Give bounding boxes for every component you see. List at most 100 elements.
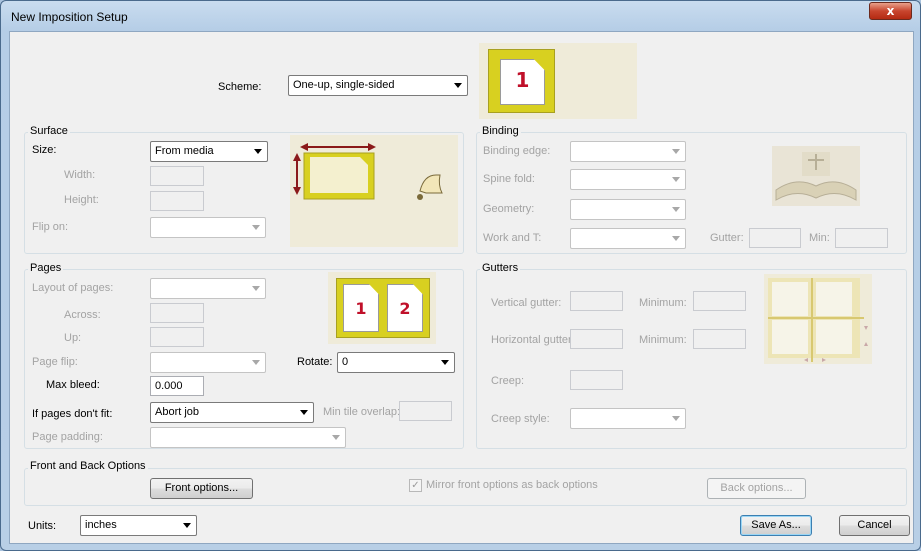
spine-fold-label: Spine fold: [483, 173, 535, 185]
min-field[interactable] [835, 228, 888, 248]
window-title: New Imposition Setup [11, 10, 128, 24]
binding-title: Binding [480, 125, 521, 137]
surface-title: Surface [28, 125, 70, 137]
rotate-select[interactable]: 0 [337, 352, 455, 373]
horizontal-gutter-label: Horizontal gutter: [491, 334, 575, 346]
scheme-select[interactable]: One-up, single-sided [288, 75, 468, 96]
flip-on-select[interactable] [150, 217, 266, 238]
chevron-down-icon [454, 83, 462, 88]
pages-title: Pages [28, 262, 64, 274]
mirror-checkbox[interactable]: ✓ [409, 479, 422, 492]
if-pages-dont-fit-label: If pages don't fit: [32, 408, 113, 420]
horizontal-gutter-field[interactable] [570, 329, 623, 349]
vertical-minimum-field[interactable] [693, 291, 746, 311]
page-number: 1 [515, 68, 530, 92]
chevron-down-icon [672, 177, 680, 182]
scheme-value: One-up, single-sided [293, 79, 395, 91]
units-label: Units: [28, 520, 57, 532]
gutters-preview [764, 274, 872, 364]
cancel-button[interactable]: Cancel [839, 515, 910, 536]
gutters-title: Gutters [480, 262, 521, 274]
rotate-label: Rotate: [297, 356, 333, 368]
chevron-down-icon [300, 410, 308, 415]
geometry-label: Geometry: [483, 203, 535, 215]
chevron-down-icon [183, 523, 191, 528]
gutter-label: Gutter: [710, 232, 744, 244]
spine-fold-select[interactable] [570, 169, 686, 190]
mirror-label: Mirror front options as back options [426, 479, 598, 491]
close-button[interactable]: x [869, 2, 912, 20]
scheme-preview: 1 [479, 43, 637, 119]
units-value: inches [85, 519, 117, 531]
layout-of-pages-label: Layout of pages: [32, 282, 114, 294]
width-label: Width: [64, 169, 96, 181]
height-label: Height: [64, 194, 99, 206]
min-tile-overlap-field[interactable] [399, 401, 452, 421]
size-label: Size: [32, 144, 57, 156]
geometry-select[interactable] [570, 199, 686, 220]
dialog-window: New Imposition Setup x Scheme: One-up, s… [0, 0, 921, 551]
horizontal-minimum-label: Minimum: [639, 334, 687, 346]
pages-frame: 1 2 [336, 278, 430, 338]
page-flip-label: Page flip: [32, 356, 78, 368]
chevron-down-icon [252, 225, 260, 230]
surface-preview [290, 135, 458, 247]
save-as-button[interactable]: Save As... [740, 515, 812, 536]
binding-edge-select[interactable] [570, 141, 686, 162]
min-label: Min: [809, 232, 830, 244]
page-padding-label: Page padding: [32, 431, 103, 443]
chevron-down-icon [672, 236, 680, 241]
flip-on-label: Flip on: [32, 221, 69, 233]
vertical-minimum-label: Minimum: [639, 297, 687, 309]
chevron-down-icon [672, 207, 680, 212]
across-field[interactable] [150, 303, 204, 323]
work-and-turn-label: Work and T: [483, 232, 542, 244]
size-select[interactable]: From media [150, 141, 268, 162]
up-field[interactable] [150, 327, 204, 347]
front-options-button[interactable]: Front options... [150, 478, 253, 499]
page-1-number: 1 [355, 299, 367, 318]
title-bar[interactable]: New Imposition Setup x [1, 1, 920, 31]
vertical-gutter-label: Vertical gutter: [491, 297, 562, 309]
work-and-turn-select[interactable] [570, 228, 686, 249]
chevron-down-icon [441, 360, 449, 365]
creep-label: Creep: [491, 375, 525, 387]
width-field[interactable] [150, 166, 204, 186]
chevron-down-icon [672, 149, 680, 154]
creep-field[interactable] [570, 370, 623, 390]
page-2-number: 2 [399, 299, 411, 318]
media-size-icon [293, 143, 443, 200]
creep-style-select[interactable] [570, 408, 686, 429]
if-pages-dont-fit-select[interactable]: Abort job [150, 402, 314, 423]
chevron-down-icon [252, 286, 260, 291]
layout-of-pages-select[interactable] [150, 278, 266, 299]
front-back-title: Front and Back Options [28, 460, 148, 472]
binding-edge-label: Binding edge: [483, 145, 551, 157]
size-value: From media [155, 145, 214, 157]
page-flip-select[interactable] [150, 352, 266, 373]
fit-value: Abort job [155, 406, 200, 418]
max-bleed-field[interactable]: 0.000 [150, 376, 204, 396]
rotate-value: 0 [342, 356, 349, 368]
chevron-down-icon [672, 416, 680, 421]
up-label: Up: [64, 332, 82, 344]
page-padding-select[interactable] [150, 427, 346, 448]
units-select[interactable]: inches [80, 515, 197, 536]
vertical-gutter-field[interactable] [570, 291, 623, 311]
across-label: Across: [64, 309, 101, 321]
gutters-diagram-icon [768, 278, 868, 362]
dialog-body: Scheme: One-up, single-sided 1 Surface S… [9, 31, 914, 544]
back-options-button[interactable]: Back options... [707, 478, 806, 499]
scheme-label: Scheme: [218, 81, 262, 93]
min-tile-overlap-label: Min tile overlap: [323, 406, 401, 418]
horizontal-minimum-field[interactable] [693, 329, 746, 349]
page-frame: 1 [488, 49, 555, 113]
chevron-down-icon [332, 435, 340, 440]
height-field[interactable] [150, 191, 204, 211]
chevron-down-icon [252, 360, 260, 365]
binding-book-icon [772, 146, 860, 206]
gutter-field[interactable] [749, 228, 801, 248]
pages-preview: 1 2 [328, 272, 436, 344]
chevron-down-icon [254, 149, 262, 154]
creep-style-label: Creep style: [491, 413, 550, 425]
